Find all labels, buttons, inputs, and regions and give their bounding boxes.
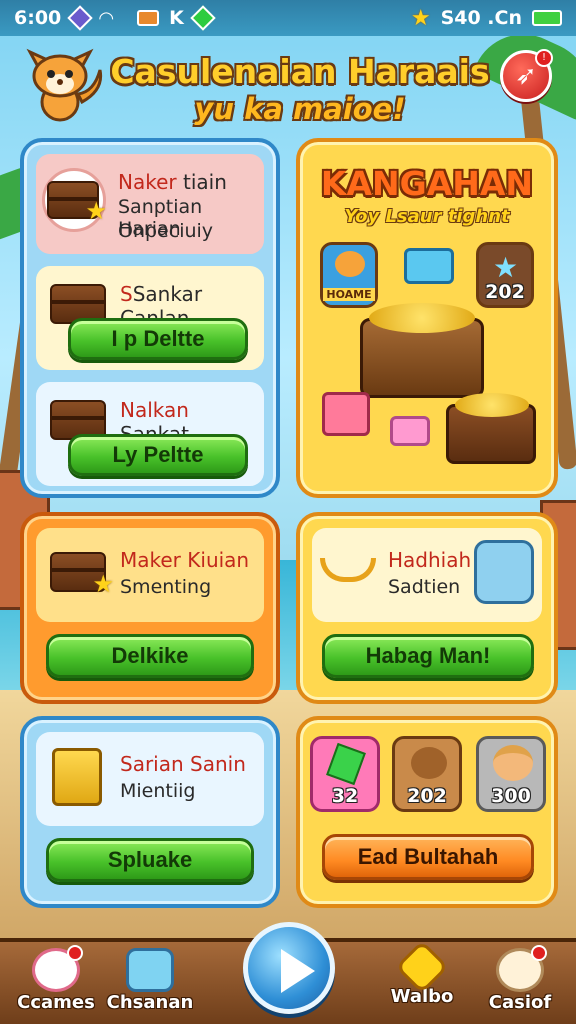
tile-value: 300 xyxy=(491,785,531,807)
flower-icon xyxy=(496,945,547,992)
cat-icon xyxy=(32,945,83,992)
daily-subtitle: Mientiig xyxy=(120,780,196,802)
nav-item-walbo[interactable]: Walbo xyxy=(372,940,472,1024)
bonus-title: Maker Kiuian xyxy=(120,548,250,572)
emerald-icon xyxy=(190,5,216,31)
tile-value: 202 xyxy=(407,785,447,807)
gold-coins-icon xyxy=(455,393,529,417)
chest-icon: ★ xyxy=(47,181,107,225)
collect-button[interactable]: Ead Bultahah xyxy=(322,834,534,880)
battery-icon xyxy=(532,10,562,26)
quest-panel: ★ Naker tiain Sanptian Harian Onpeciuiy … xyxy=(20,138,280,498)
coin-chest-icon xyxy=(446,393,536,464)
treasure-chest-icon xyxy=(360,303,484,398)
gift-title: Hadhiah xyxy=(388,548,472,572)
promo-title: KANGAHAN xyxy=(320,164,534,203)
quest-title: Naker tiain xyxy=(118,170,227,194)
upgrade-button[interactable]: Spluake xyxy=(46,838,254,882)
nav-item-map[interactable]: Chsanan xyxy=(100,946,200,1024)
emerald-icon xyxy=(326,742,366,786)
game-title: Casulenaian Haraais xyxy=(110,52,490,91)
status-right-text: S40 .Cn xyxy=(440,7,522,29)
play-button[interactable] xyxy=(243,922,335,1014)
claim-gift-button[interactable]: Habag Man! xyxy=(322,634,534,678)
small-gift-icon xyxy=(390,416,430,446)
nav-label: Ccames xyxy=(17,992,95,1013)
daily-card: Sarian Sanin Mientiig xyxy=(36,732,264,826)
fox-card-tile: HOAME xyxy=(320,242,378,308)
promo-subtitle: Yoy Lsaur tighnt xyxy=(344,206,510,227)
reward-tile-explorer[interactable]: 300 xyxy=(476,736,546,812)
gift-card: Hadhiah Sadtien xyxy=(312,528,542,622)
nav-item-casiof[interactable]: Casiof xyxy=(470,945,570,1024)
gift-box-icon xyxy=(322,392,370,436)
nav-item-games[interactable]: Ccames xyxy=(6,945,106,1024)
notification-badge xyxy=(67,945,83,961)
quest-card[interactable]: ★ Naker tiain Sanptian Harian Onpeciuiy xyxy=(36,154,264,254)
bonus-subtitle: Smenting xyxy=(120,576,212,598)
reward-tile-cat[interactable]: 202 xyxy=(392,736,462,812)
rocket-icon: ➶ xyxy=(515,61,537,91)
fox-face-icon xyxy=(335,251,365,277)
gold-coins-icon xyxy=(369,303,475,333)
star-card-tile: ★ 202 xyxy=(476,242,534,308)
horn-icon xyxy=(320,558,376,582)
notification-badge: ! xyxy=(535,49,553,67)
quest-card: SSankar Canlan I p Deltte xyxy=(36,266,264,370)
star-icon: ★ xyxy=(493,251,519,284)
cat-face-icon xyxy=(411,747,447,779)
status-bar: 6:00 ◠ K ★ S40 .Cn xyxy=(0,0,576,36)
status-left-text: K xyxy=(169,7,184,29)
gift-subtitle: Sadtien xyxy=(388,576,461,598)
bonus-panel: ★ Maker Kiuian Smenting Delkike xyxy=(20,512,280,704)
chest-icon xyxy=(137,10,160,26)
tile-value: 32 xyxy=(331,785,359,807)
chest-badge: ★ xyxy=(42,168,107,232)
daily-title: Sarian Sanin xyxy=(120,752,246,776)
play-icon xyxy=(281,949,315,993)
map-icon xyxy=(126,948,174,992)
fox-mascot-icon xyxy=(26,48,103,122)
tile-value: 202 xyxy=(485,281,525,303)
wifi-icon: ◠ xyxy=(99,7,114,29)
gem-icon xyxy=(67,5,93,31)
explorer-face-icon xyxy=(493,745,533,781)
star-icon: ★ xyxy=(85,197,107,225)
star-icon: ★ xyxy=(92,570,114,598)
chest-icon: ★ xyxy=(50,552,114,598)
game-subtitle: yu ka maioe! xyxy=(194,92,406,126)
nav-label: Casiof xyxy=(488,992,552,1013)
potion-icon xyxy=(474,540,534,604)
quest-card: Nalkan Sankat Ly Peltte xyxy=(36,382,264,486)
notification-badge xyxy=(531,945,547,961)
reward-tile-gem[interactable]: 32 xyxy=(310,736,380,812)
delete-button[interactable]: I p Deltte xyxy=(68,318,248,360)
claim-button[interactable]: Delkike xyxy=(46,634,254,678)
header: Casulenaian Haraais yu ka maioe! ➶ ! xyxy=(10,40,566,134)
rocket-button[interactable]: ➶ ! xyxy=(500,49,553,102)
delete-button[interactable]: Ly Peltte xyxy=(68,434,248,476)
quest-line: Onpeciuiy xyxy=(118,220,214,242)
nav-label: Chsanan xyxy=(106,992,194,1013)
star-icon: ★ xyxy=(410,5,431,31)
gold-bars-icon xyxy=(52,748,102,806)
treasure-promo-panel[interactable]: KANGAHAN Yoy Lsaur tighnt HOAME ★ 202 xyxy=(296,138,558,498)
tile-label: HOAME xyxy=(323,288,375,301)
daily-panel: Sarian Sanin Mientiig Spluake xyxy=(20,716,280,908)
rewards-panel: 32 202 300 Ead Bultahah xyxy=(296,716,558,908)
bonus-card: ★ Maker Kiuian Smenting xyxy=(36,528,264,622)
gift-panel: Hadhiah Sadtien Habag Man! xyxy=(296,512,558,704)
status-time: 6:00 xyxy=(14,7,62,29)
blue-chest-icon xyxy=(404,248,454,284)
